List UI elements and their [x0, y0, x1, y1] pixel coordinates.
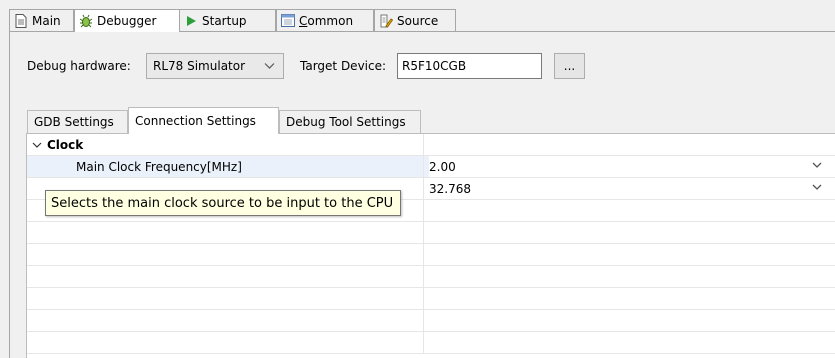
window-icon — [281, 14, 295, 28]
table-row — [27, 266, 835, 288]
tooltip: Selects the main clock source to be inpu… — [45, 190, 401, 216]
chevron-down-icon — [264, 60, 275, 74]
property-name: Main Clock Frequency[MHz] — [76, 159, 242, 174]
tab-connection-settings[interactable]: Connection Settings — [128, 107, 279, 134]
target-device-label: Target Device: — [300, 59, 387, 73]
table-row — [27, 288, 835, 310]
tab-debugger[interactable]: Debugger — [74, 9, 180, 32]
tab-label: Source — [397, 13, 439, 28]
tab-label: GDB Settings — [34, 115, 114, 129]
tab-label: Debugger — [97, 14, 157, 28]
tab-label: Main — [32, 13, 61, 28]
tab-main[interactable]: Main — [9, 9, 74, 31]
debug-hardware-select[interactable]: RL78 Simulator — [146, 53, 284, 79]
tab-common[interactable]: Common — [276, 9, 374, 31]
chevron-down-icon[interactable] — [812, 182, 822, 195]
source-icon — [379, 14, 393, 28]
table-group-row[interactable]: Clock — [27, 134, 835, 156]
document-icon — [14, 13, 28, 28]
tab-label: Debug Tool Settings — [286, 115, 406, 129]
tab-gdb-settings[interactable]: GDB Settings — [27, 110, 128, 133]
chevron-down-icon[interactable] — [812, 160, 822, 173]
debug-hardware-value: RL78 Simulator — [153, 59, 246, 73]
browse-button-label: ... — [563, 59, 576, 73]
table-row[interactable]: Main Clock Frequency[MHz] 2.00 — [27, 156, 835, 178]
tooltip-text: Selects the main clock source to be inpu… — [51, 195, 394, 211]
target-device-value: R5F10CGB — [402, 59, 467, 73]
target-device-field[interactable]: R5F10CGB — [397, 53, 542, 79]
tab-source[interactable]: Source — [374, 9, 456, 31]
table-row — [27, 222, 835, 244]
tab-label: Connection Settings — [135, 114, 256, 128]
group-label: Clock — [47, 137, 84, 152]
table-row — [27, 310, 835, 332]
browse-button[interactable]: ... — [554, 53, 585, 79]
property-value[interactable]: 2.00 — [429, 160, 456, 174]
property-value[interactable]: 32.768 — [429, 182, 471, 196]
bug-icon — [79, 14, 93, 28]
chevron-down-icon[interactable] — [32, 140, 42, 150]
table-row — [27, 332, 835, 354]
tab-debug-tool-settings[interactable]: Debug Tool Settings — [279, 110, 421, 133]
play-icon — [184, 14, 198, 28]
table-row — [27, 244, 835, 266]
tab-label: Common — [299, 13, 354, 28]
debug-hardware-label: Debug hardware: — [27, 59, 131, 73]
tab-startup[interactable]: Startup — [180, 9, 276, 31]
settings-table: Clock Main Clock Frequency[MHz] 2.00 32.… — [26, 133, 835, 358]
tab-label: Startup — [202, 13, 247, 28]
